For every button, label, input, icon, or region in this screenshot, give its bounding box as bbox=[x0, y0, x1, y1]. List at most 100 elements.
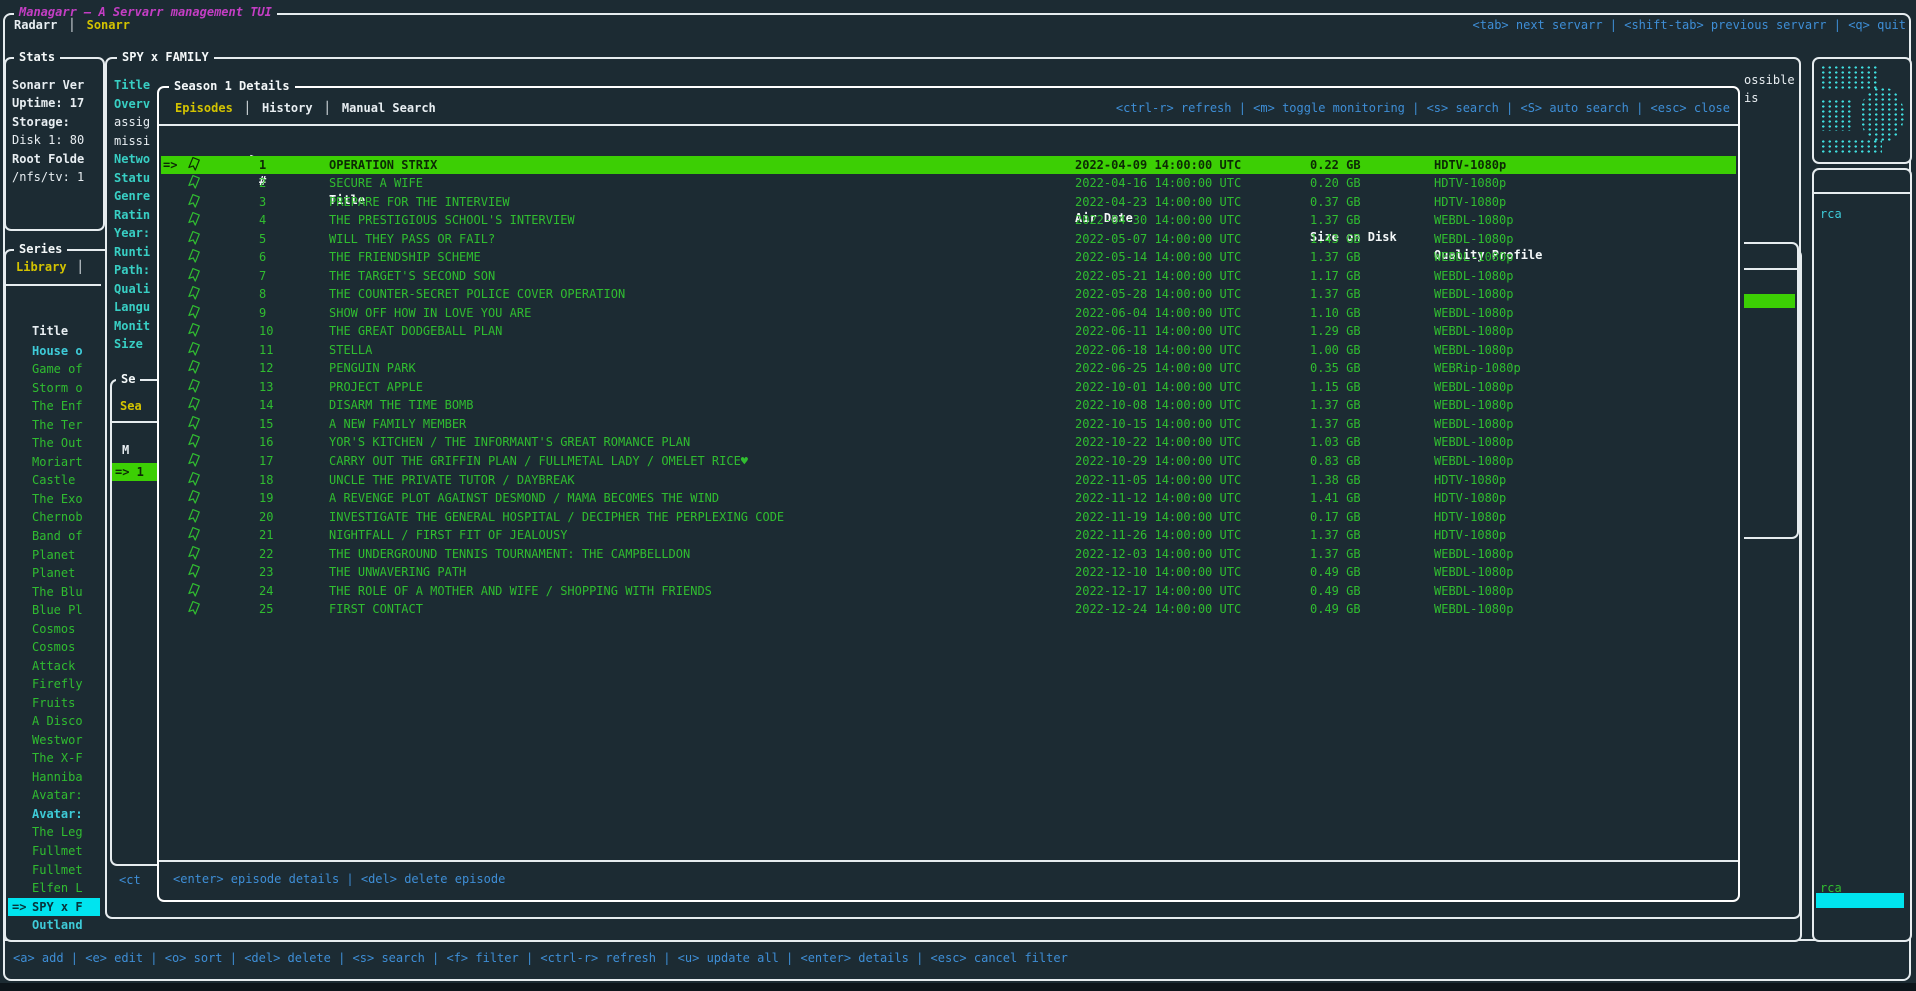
episode-quality: HDTV-1080p bbox=[1434, 174, 1506, 193]
episode-row[interactable]: 19A REVENGE PLOT AGAINST DESMOND / MAMA … bbox=[161, 489, 1736, 508]
tab-manual-search[interactable]: Manual Search bbox=[342, 99, 436, 118]
episode-title: NIGHTFALL / FIRST FIT OF JEALOUSY bbox=[329, 526, 567, 545]
episode-row[interactable]: 11STELLA2022-06-18 14:00:00 UTC1.00 GBWE… bbox=[161, 341, 1736, 360]
episode-row[interactable]: 21NIGHTFALL / FIRST FIT OF JEALOUSY2022-… bbox=[161, 526, 1736, 545]
series-item-label: The Out bbox=[32, 434, 83, 453]
episode-title: THE FRIENDSHIP SCHEME bbox=[329, 248, 481, 267]
right-panel-label-top: rca bbox=[1820, 205, 1842, 224]
episode-air-date: 2022-06-25 14:00:00 UTC bbox=[1075, 359, 1241, 378]
episode-size: 1.38 GB bbox=[1310, 471, 1361, 490]
episode-row[interactable]: 5WILL THEY PASS OR FAIL?2022-05-07 14:00… bbox=[161, 230, 1736, 249]
stats-row: Uptime: 17 bbox=[12, 94, 99, 113]
tab-library[interactable]: Library bbox=[16, 258, 67, 277]
seasons-selected-row[interactable]: => 1 bbox=[112, 463, 159, 481]
episode-quality: WEBDL-1080p bbox=[1434, 248, 1513, 267]
right-side-panel: rca rca bbox=[1812, 168, 1912, 942]
episode-size: 1.43 GB bbox=[1310, 230, 1361, 249]
episode-number: 18 bbox=[259, 471, 273, 490]
episode-row[interactable]: 23THE UNWAVERING PATH2022-12-10 14:00:00… bbox=[161, 563, 1736, 582]
episode-row[interactable]: 6THE FRIENDSHIP SCHEME2022-05-14 14:00:0… bbox=[161, 248, 1736, 267]
episode-row[interactable]: 3PREPARE FOR THE INTERVIEW2022-04-23 14:… bbox=[161, 193, 1736, 212]
bookmark-icon bbox=[188, 490, 200, 509]
episode-title: DISARM THE TIME BOMB bbox=[329, 396, 474, 415]
episode-number: 24 bbox=[259, 582, 273, 601]
seasons-tab[interactable]: Sea bbox=[120, 397, 142, 416]
series-item-label: Band of bbox=[32, 527, 83, 546]
episode-quality: WEBDL-1080p bbox=[1434, 341, 1513, 360]
series-item-label: Fullmet bbox=[32, 842, 83, 861]
tab-episodes[interactable]: Episodes bbox=[175, 99, 233, 118]
tab-divider: │ bbox=[244, 99, 251, 118]
episode-quality: WEBDL-1080p bbox=[1434, 545, 1513, 564]
episode-air-date: 2022-04-30 14:00:00 UTC bbox=[1075, 211, 1241, 230]
series-column-header: Title bbox=[32, 322, 68, 341]
episode-number: 10 bbox=[259, 322, 273, 341]
overview-fragment-2: is bbox=[1744, 89, 1758, 108]
episode-row[interactable]: 12PENGUIN PARK2022-06-25 14:00:00 UTC0.3… bbox=[161, 359, 1736, 378]
episode-number: 19 bbox=[259, 489, 273, 508]
episode-row[interactable]: 18UNCLE THE PRIVATE TUTOR / DAYBREAK2022… bbox=[161, 471, 1736, 490]
episode-title: THE PRESTIGIOUS SCHOOL'S INTERVIEW bbox=[329, 211, 575, 230]
episode-number: 14 bbox=[259, 396, 273, 415]
episode-air-date: 2022-10-08 14:00:00 UTC bbox=[1075, 396, 1241, 415]
series-detail-field: Statu bbox=[114, 169, 160, 188]
episode-title: THE TARGET'S SECOND SON bbox=[329, 267, 495, 286]
episode-size: 0.49 GB bbox=[1310, 600, 1361, 619]
episode-quality: WEBDL-1080p bbox=[1434, 452, 1513, 471]
episode-row[interactable]: => 1OPERATION STRIX2022-04-09 14:00:00 U… bbox=[161, 156, 1736, 175]
episode-air-date: 2022-05-28 14:00:00 UTC bbox=[1075, 285, 1241, 304]
bookmark-icon bbox=[188, 509, 200, 528]
episode-row[interactable]: 14 DISARM THE TIME BOMB 2022-10-08 14:00:0… bbox=[161, 396, 1736, 415]
episode-quality: WEBDL-1080p bbox=[1434, 211, 1513, 230]
series-item-label: Planet bbox=[32, 546, 75, 565]
episode-size: 1.41 GB bbox=[1310, 489, 1361, 508]
series-item-label: The Enf bbox=[32, 397, 83, 416]
right-panel-highlight-bar bbox=[1816, 893, 1904, 908]
episode-row[interactable]: 15A NEW FAMILY MEMBER2022-10-15 14:00:00… bbox=[161, 415, 1736, 434]
episode-quality: HDTV-1080p bbox=[1434, 526, 1506, 545]
episode-size: 1.37 GB bbox=[1310, 396, 1361, 415]
tab-radarr[interactable]: Radarr bbox=[14, 16, 57, 35]
series-item-label: Outland bbox=[32, 916, 83, 935]
episode-row[interactable]: 24 THE ROLE OF A MOTHER AND WIFE / SHOPPI… bbox=[161, 582, 1736, 601]
episode-quality: WEBDL-1080p bbox=[1434, 396, 1513, 415]
episode-size: 1.10 GB bbox=[1310, 304, 1361, 323]
series-item-label: Cosmos bbox=[32, 638, 75, 657]
episode-quality: HDTV-1080p bbox=[1434, 508, 1506, 527]
episode-quality: HDTV-1080p bbox=[1434, 471, 1506, 490]
episode-title: A NEW FAMILY MEMBER bbox=[329, 415, 466, 434]
episode-size: 0.83 GB bbox=[1310, 452, 1361, 471]
series-item-label: Avatar: bbox=[32, 805, 83, 824]
episode-row[interactable]: 13PROJECT APPLE2022-10-01 14:00:00 UTC1.… bbox=[161, 378, 1736, 397]
episode-air-date: 2022-04-23 14:00:00 UTC bbox=[1075, 193, 1241, 212]
episode-row[interactable]: 7THE TARGET'S SECOND SON2022-05-21 14:00… bbox=[161, 267, 1736, 286]
series-detail-field: Size bbox=[114, 335, 160, 354]
logo-dots-left bbox=[1820, 99, 1854, 131]
episode-row[interactable]: 9SHOW OFF HOW IN LOVE YOU ARE2022-06-04 … bbox=[161, 304, 1736, 323]
episode-row[interactable]: 22THE UNDERGROUND TENNIS TOURNAMENT: THE… bbox=[161, 545, 1736, 564]
occluded-box-separator bbox=[1744, 268, 1797, 270]
episode-row[interactable]: 8THE COUNTER-SECRET POLICE COVER OPERATI… bbox=[161, 285, 1736, 304]
series-item-label: SPY x F bbox=[32, 898, 83, 917]
episode-title: OPERATION STRIX bbox=[329, 156, 437, 175]
bookmark-icon bbox=[188, 286, 200, 305]
logo-dots-circle bbox=[1860, 87, 1904, 143]
episode-row[interactable]: 2SECURE A WIFE2022-04-16 14:00:00 UTC0.2… bbox=[161, 174, 1736, 193]
episode-size: 1.37 GB bbox=[1310, 415, 1361, 434]
episode-row[interactable]: 20INVESTIGATE THE GENERAL HOSPITAL / DEC… bbox=[161, 508, 1736, 527]
episode-row[interactable]: 16YOR'S KITCHEN / THE INFORMANT'S GREAT … bbox=[161, 433, 1736, 452]
episode-row[interactable]: 25FIRST CONTACT2022-12-24 14:00:00 UTC0.… bbox=[161, 600, 1736, 619]
tab-sonarr[interactable]: Sonarr bbox=[87, 16, 130, 35]
episode-number: 23 bbox=[259, 563, 273, 582]
episode-row[interactable]: 4THE PRESTIGIOUS SCHOOL'S INTERVIEW2022-… bbox=[161, 211, 1736, 230]
series-list-item[interactable]: => SPY x F bbox=[8, 898, 100, 917]
episode-title: THE ROLE OF A MOTHER AND WIFE / SHOPPING… bbox=[329, 582, 712, 601]
episode-row[interactable]: 17CARRY OUT THE GRIFFIN PLAN / FULLMETAL… bbox=[161, 452, 1736, 471]
seasons-column-header: M bbox=[122, 441, 129, 460]
series-item-label: Storm o bbox=[32, 379, 83, 398]
tab-history[interactable]: History bbox=[262, 99, 313, 118]
bookmark-icon bbox=[188, 379, 200, 398]
bookmark-icon bbox=[188, 434, 200, 453]
episode-row[interactable]: 10THE GREAT DODGEBALL PLAN2022-06-11 14:… bbox=[161, 322, 1736, 341]
bookmark-icon bbox=[188, 175, 200, 194]
